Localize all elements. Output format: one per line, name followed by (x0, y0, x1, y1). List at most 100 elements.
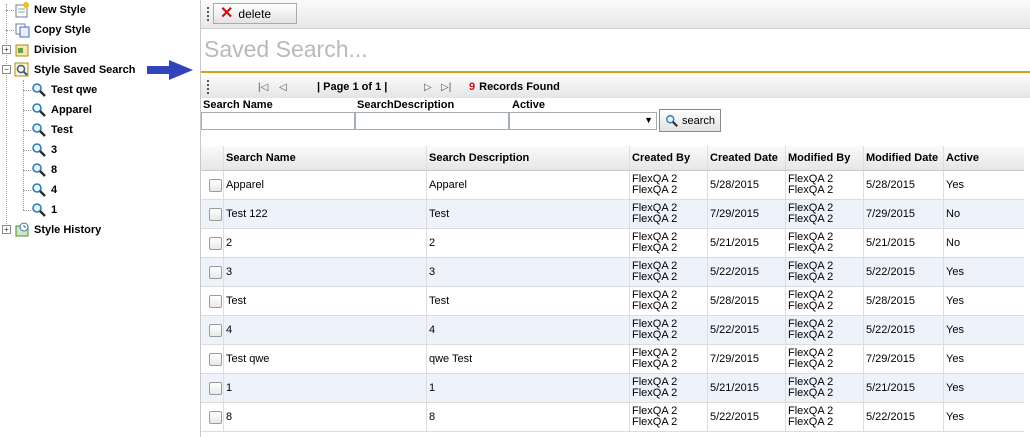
delete-button[interactable]: ✕ delete (213, 3, 297, 24)
active-select[interactable]: ▼ (509, 112, 657, 130)
column-header[interactable]: Created By (630, 146, 708, 170)
last-page-icon[interactable]: ▷| (441, 82, 451, 93)
magnifier-icon (32, 143, 46, 157)
tree-item-saved-search[interactable]: 4 (23, 181, 57, 199)
user-name: FlexQA 2 (788, 271, 834, 283)
active-cell: No (946, 208, 961, 220)
search-description-input[interactable] (355, 112, 509, 130)
user-name: FlexQA 2 (788, 300, 834, 312)
created-by-cell: FlexQA 2 FlexQA 2 (630, 316, 708, 344)
row-checkbox[interactable] (209, 294, 222, 308)
tree-item-copy-style[interactable]: Copy Style (6, 21, 91, 39)
delete-icon: ✕ (220, 4, 234, 22)
tree-item-saved-search[interactable]: 8 (23, 161, 57, 179)
prev-page-icon[interactable]: ◁ (279, 82, 287, 93)
collapse-icon[interactable]: − (2, 65, 11, 74)
created-date-cell: 5/22/2015 (708, 403, 786, 431)
select-cell (201, 287, 224, 315)
tree-item-saved-search[interactable]: 1 (23, 201, 57, 219)
next-page-icon[interactable]: ▷ (424, 82, 432, 93)
user-name: FlexQA 2 (632, 271, 678, 283)
created-by-cell: FlexQA 2 FlexQA 2 (630, 229, 708, 257)
modified-by-cell: FlexQA 2 FlexQA 2 (786, 171, 864, 199)
search-name-cell: 1 (224, 374, 427, 402)
tree-item-label: 1 (51, 204, 58, 216)
table-row[interactable]: 3 3 FlexQA 2 FlexQA 2 5/22/2015 FlexQA 2 FlexQ… (201, 258, 1024, 287)
records-count: 9 (469, 81, 476, 93)
table-row[interactable]: 8 8 FlexQA 2 FlexQA 2 5/22/2015 FlexQA 2 FlexQ… (201, 403, 1024, 432)
magnifier-icon (32, 163, 46, 177)
tree-item-division[interactable]: Division (14, 41, 77, 59)
table-row[interactable]: Test 122 Test FlexQA 2 FlexQA 2 7/29/2015 Fle… (201, 200, 1024, 229)
row-checkbox[interactable] (209, 236, 222, 250)
magnifier-icon (32, 183, 46, 197)
row-checkbox[interactable] (209, 410, 222, 424)
records-text: Records Found (479, 81, 560, 93)
created-date-cell: 5/22/2015 (708, 316, 786, 344)
created-by-cell: FlexQA 2 FlexQA 2 (630, 403, 708, 431)
search-name-input[interactable] (201, 112, 355, 130)
tree-item-style-saved-search[interactable]: Style Saved Search (14, 61, 136, 79)
select-cell (201, 229, 224, 257)
modified-by-cell: FlexQA 2 FlexQA 2 (786, 200, 864, 228)
select-cell (201, 374, 224, 402)
modified-date-cell: 7/29/2015 (864, 200, 944, 228)
created-by-cell: FlexQA 2 FlexQA 2 (630, 171, 708, 199)
active-cell: Yes (946, 353, 964, 365)
tree-item-label: Copy Style (34, 24, 91, 36)
user-name: FlexQA 2 (788, 358, 834, 370)
toolbar-grip-icon[interactable] (207, 7, 209, 21)
modified-by-cell: FlexQA 2 FlexQA 2 (786, 345, 864, 373)
search-name-cell: 8 (224, 403, 427, 431)
modified-by-cell: FlexQA 2 FlexQA 2 (786, 229, 864, 257)
row-checkbox[interactable] (209, 207, 222, 221)
row-checkbox[interactable] (209, 265, 222, 279)
main-panel: ✕ delete Saved Search... |◁ ◁ | Page 1 o… (201, 0, 1030, 437)
user-name: FlexQA 2 (632, 416, 678, 428)
user-name: FlexQA 2 (788, 416, 834, 428)
search-description-cell: 2 (427, 229, 630, 257)
tree-item-new-style[interactable]: New Style (6, 1, 86, 19)
select-cell (201, 200, 224, 228)
tree-item-style-history[interactable]: Style History (14, 221, 101, 239)
table-row[interactable]: 1 1 FlexQA 2 FlexQA 2 5/21/2015 FlexQA 2 FlexQ… (201, 374, 1024, 403)
column-header[interactable]: Modified By (786, 146, 864, 170)
row-checkbox[interactable] (209, 352, 222, 366)
table-row[interactable]: Test Test FlexQA 2 FlexQA 2 5/28/2015 FlexQA … (201, 287, 1024, 316)
column-header[interactable]: Search Name (224, 146, 427, 170)
row-checkbox[interactable] (209, 178, 222, 192)
search-name-cell: Test (224, 287, 427, 315)
chevron-down-icon: ▼ (644, 115, 653, 125)
tree-item-label: Division (34, 44, 77, 56)
modified-by-cell: FlexQA 2 FlexQA 2 (786, 403, 864, 431)
table-row[interactable]: 2 2 FlexQA 2 FlexQA 2 5/21/2015 FlexQA 2 FlexQ… (201, 229, 1024, 258)
row-checkbox[interactable] (209, 323, 222, 337)
table-row[interactable]: 4 4 FlexQA 2 FlexQA 2 5/22/2015 FlexQA 2 FlexQ… (201, 316, 1024, 345)
active-cell: Yes (946, 411, 964, 423)
expand-icon[interactable]: + (2, 225, 11, 234)
table-row[interactable]: Test qwe qwe Test FlexQA 2 FlexQA 2 7/29/201… (201, 345, 1024, 374)
tree-item-saved-search[interactable]: Test qwe (23, 81, 97, 99)
select-cell (201, 171, 224, 199)
created-by-cell: FlexQA 2 FlexQA 2 (630, 200, 708, 228)
tree-item-label: Test (51, 124, 73, 136)
modified-date-cell: 5/22/2015 (864, 403, 944, 431)
pager-grip-icon[interactable] (207, 80, 209, 94)
tree-item-saved-search[interactable]: Test (23, 121, 73, 139)
search-button[interactable]: search (659, 109, 721, 132)
search-button-label: search (682, 114, 716, 127)
active-cell: No (946, 237, 961, 249)
tree-item-saved-search[interactable]: 3 (23, 141, 57, 159)
tree-item-label: Apparel (51, 104, 92, 116)
column-header[interactable]: Created Date (708, 146, 786, 170)
column-header[interactable]: Search Description (427, 146, 630, 170)
column-header[interactable]: Modified Date (864, 146, 944, 170)
expand-icon[interactable]: + (2, 45, 11, 54)
first-page-icon[interactable]: |◁ (258, 82, 268, 93)
navigation-tree: New Style Copy Style + Division − Style … (0, 0, 200, 437)
column-header[interactable]: Active (944, 146, 1024, 170)
row-checkbox[interactable] (209, 381, 222, 395)
table-row[interactable]: Apparel Apparel FlexQA 2 FlexQA 2 5/28/2015 F… (201, 171, 1024, 200)
page-info: | Page 1 of 1 | (317, 81, 388, 93)
tree-item-saved-search[interactable]: Apparel (23, 101, 92, 119)
